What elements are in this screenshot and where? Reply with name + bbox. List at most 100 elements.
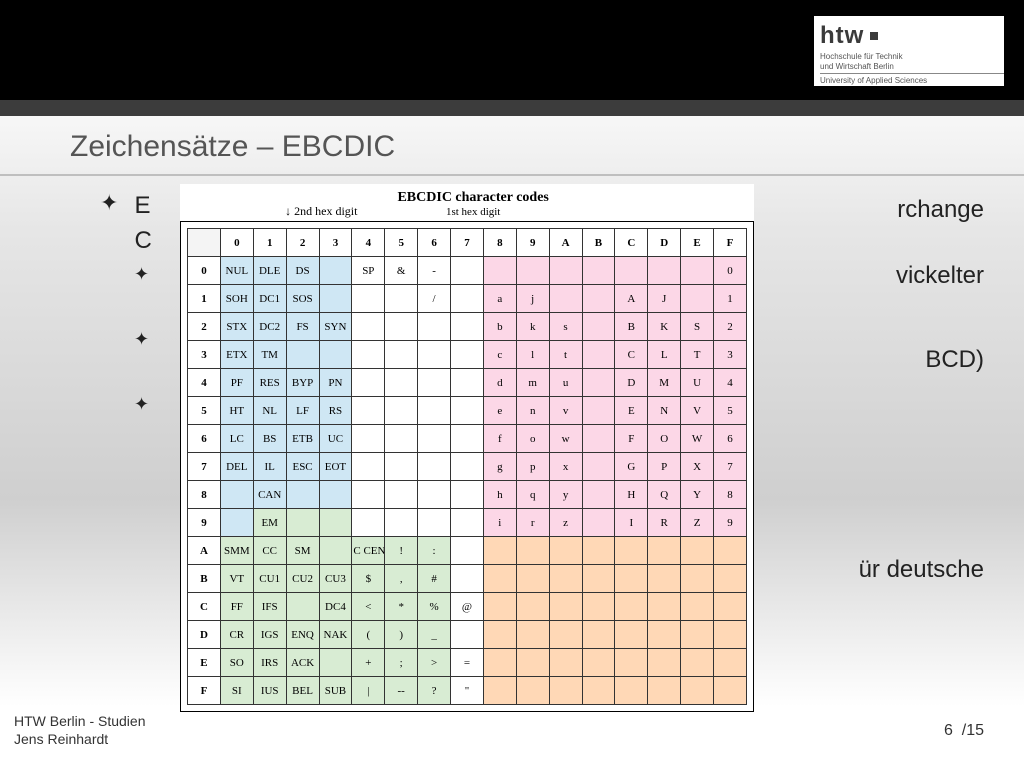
sub-3-spacer: [165, 394, 171, 423]
table-cell: [483, 677, 516, 705]
diamond-icon: ✦: [100, 190, 118, 216]
row-header: A: [188, 537, 221, 565]
table-cell: [714, 565, 747, 593]
table-cell: [582, 537, 615, 565]
table-cell: g: [483, 453, 516, 481]
table-cell: CC: [253, 537, 286, 565]
col-header: A: [549, 229, 582, 257]
table-cell: NUL: [220, 257, 253, 285]
footer-left: HTW Berlin - Studien Jens Reinhardt: [14, 712, 145, 748]
table-cell: D: [615, 369, 648, 397]
page-title: Zeichensätze – EBCDIC: [70, 130, 395, 164]
row-header: 5: [188, 397, 221, 425]
table-cell: SYN: [319, 313, 352, 341]
table-cell: v: [549, 397, 582, 425]
table-cell: [483, 621, 516, 649]
table-cell: LC: [220, 425, 253, 453]
table-cell: [615, 593, 648, 621]
table-cell: BS: [253, 425, 286, 453]
table-cell: [582, 593, 615, 621]
diamond-icon: ✦: [134, 264, 149, 286]
table-cell: [615, 565, 648, 593]
table-cell: [451, 509, 484, 537]
table-cell: [451, 565, 484, 593]
table-cell: SOS: [286, 285, 319, 313]
table-cell: PN: [319, 369, 352, 397]
table-cell: [615, 621, 648, 649]
table-cell: [319, 341, 352, 369]
table-cell: STX: [220, 313, 253, 341]
table-cell: UC: [319, 425, 352, 453]
table-cell: :: [418, 537, 451, 565]
table-cell: &: [385, 257, 418, 285]
row-header: 8: [188, 481, 221, 509]
table-cell: [582, 565, 615, 593]
figure-title-block: EBCDIC character codes 1st hex digit: [397, 190, 548, 218]
table-cell: x: [549, 453, 582, 481]
table-cell: z: [549, 509, 582, 537]
table-cell: <: [352, 593, 385, 621]
table-cell: ENQ: [286, 621, 319, 649]
table-cell: >: [418, 649, 451, 677]
col-header: E: [681, 229, 714, 257]
table-cell: [582, 621, 615, 649]
table-cell: U: [681, 369, 714, 397]
logo-area: htw Hochschule für Technik und Wirtschaf…: [814, 16, 1004, 86]
table-cell: o: [516, 425, 549, 453]
col-header: F: [714, 229, 747, 257]
table-cell: q: [516, 481, 549, 509]
table-cell: TM: [253, 341, 286, 369]
table-cell: L: [648, 341, 681, 369]
table-cell: 6: [714, 425, 747, 453]
table-cell: [286, 481, 319, 509]
table-cell: =: [451, 649, 484, 677]
row-header: 2: [188, 313, 221, 341]
logo-sub-1: Hochschule für Technik: [820, 52, 1004, 62]
table-cell: N: [648, 397, 681, 425]
table-cell: [582, 677, 615, 705]
corner-cell: [188, 229, 221, 257]
table-cell: [418, 425, 451, 453]
table-cell: [648, 593, 681, 621]
table-cell: [681, 621, 714, 649]
table-cell: O: [648, 425, 681, 453]
table-cell: V: [681, 397, 714, 425]
table-cell: [549, 257, 582, 285]
table-cell: [385, 425, 418, 453]
logo-square-icon: [870, 32, 878, 40]
table-cell: [319, 481, 352, 509]
table-cell: #: [418, 565, 451, 593]
table-cell: [451, 369, 484, 397]
table-cell: k: [516, 313, 549, 341]
table-cell: IGS: [253, 621, 286, 649]
table-cell: |: [352, 677, 385, 705]
table-cell: FF: [220, 593, 253, 621]
footer-l1: HTW Berlin - Studien: [14, 712, 145, 730]
table-cell: IRS: [253, 649, 286, 677]
table-cell: CAN: [253, 481, 286, 509]
table-cell: i: [483, 509, 516, 537]
table-cell: [352, 285, 385, 313]
col-header: 3: [319, 229, 352, 257]
table-cell: [352, 453, 385, 481]
table-cell: [582, 425, 615, 453]
diamond-icon: ✦: [134, 394, 149, 416]
table-cell: ESC: [286, 453, 319, 481]
table-cell: d: [483, 369, 516, 397]
table-cell: [352, 509, 385, 537]
table-cell: 2: [714, 313, 747, 341]
table-cell: [615, 537, 648, 565]
table-cell: m: [516, 369, 549, 397]
table-cell: PF: [220, 369, 253, 397]
table-cell: [352, 341, 385, 369]
table-cell: 8: [714, 481, 747, 509]
logo-divider: [820, 73, 1004, 74]
table-cell: SI: [220, 677, 253, 705]
table-cell: CR: [220, 621, 253, 649]
row-header: F: [188, 677, 221, 705]
table-cell: [451, 453, 484, 481]
row-header: B: [188, 565, 221, 593]
table-cell: W: [681, 425, 714, 453]
table-cell: ": [451, 677, 484, 705]
table-cell: [714, 677, 747, 705]
